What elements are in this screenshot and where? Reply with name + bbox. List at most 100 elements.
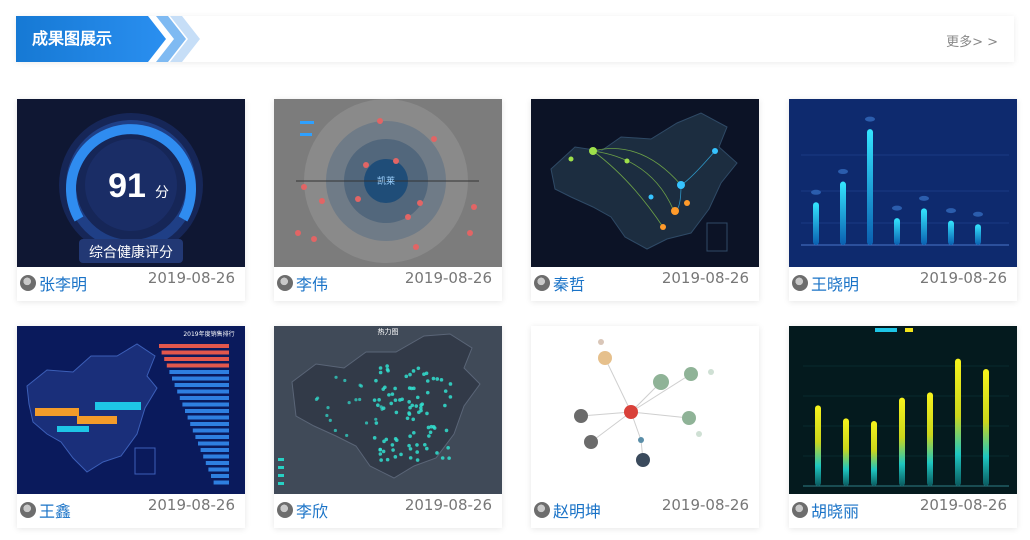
avatar [277, 275, 293, 291]
bar-value-pin [811, 189, 821, 195]
heat-point [410, 403, 415, 408]
heat-point [343, 378, 347, 383]
thumbnail-map-ranking[interactable]: 2019年度销售排行 [17, 326, 245, 494]
ranking-bar [200, 448, 229, 452]
chart-bar [955, 358, 961, 486]
gallery-card[interactable]: 秦哲 2019-08-26 [531, 99, 759, 301]
heat-point [382, 439, 386, 444]
gallery-card[interactable]: 胡晓丽 2019-08-26 [789, 326, 1017, 528]
heat-point [374, 421, 379, 425]
bar-value-pin [892, 205, 902, 211]
heat-point [412, 430, 416, 435]
thumbnail-bar-chart[interactable] [789, 99, 1017, 267]
heat-point [372, 398, 377, 402]
heat-point [423, 443, 427, 447]
ranking-bar [161, 350, 229, 355]
heat-point [448, 382, 453, 386]
avatar [792, 275, 808, 291]
heat-point [345, 433, 349, 438]
ranking-bar [179, 396, 229, 400]
gallery-card[interactable]: 凯莱 李伟 2019-08-26 [274, 99, 502, 301]
ranking-bar [169, 370, 229, 374]
thumbnail-bar-chart[interactable] [789, 326, 1017, 494]
heat-point [415, 458, 420, 462]
heat-point [374, 378, 378, 383]
author-name[interactable]: 胡晓丽 [811, 498, 859, 522]
thumbnail-map[interactable] [531, 99, 759, 267]
ranking-bar [203, 454, 229, 459]
avatar [534, 502, 550, 518]
chart-bar [813, 202, 819, 245]
heat-point [328, 418, 332, 422]
ranking-bar [192, 428, 229, 433]
gallery-card[interactable]: 2019年度销售排行 王鑫 2019-08-26 [17, 326, 245, 528]
heat-point [427, 434, 431, 438]
heat-point [378, 452, 383, 456]
heat-point [399, 452, 403, 457]
heat-point [390, 443, 395, 447]
heat-point [409, 386, 414, 391]
author-name[interactable]: 张李明 [39, 271, 87, 295]
publish-date: 2019-08-26 [147, 496, 235, 514]
heat-point [379, 405, 383, 409]
heat-point [408, 447, 413, 451]
author-name[interactable]: 王鑫 [39, 498, 71, 522]
card-meta: 王晓明 2019-08-26 [789, 267, 1017, 301]
network-center-label: 凯莱 [377, 175, 395, 187]
heat-point [364, 421, 369, 425]
heat-point [359, 384, 363, 388]
heat-point [431, 376, 436, 381]
author-name[interactable]: 王晓明 [811, 271, 859, 295]
chart-bar [921, 208, 927, 245]
bar-value-pin [865, 116, 875, 122]
gallery-card[interactable]: 热力图 李欣 2019-08-26 [274, 326, 502, 528]
gallery-card[interactable]: 王晓明 2019-08-26 [789, 99, 1017, 301]
bar-value-pin [919, 195, 929, 201]
chart-bar [983, 369, 989, 486]
heat-point [416, 366, 421, 371]
publish-date: 2019-08-26 [661, 496, 749, 514]
heat-point [398, 398, 402, 402]
chart-bar [948, 220, 954, 245]
gauge-unit: 分 [155, 185, 169, 201]
more-link[interactable]: 更多> > [946, 31, 998, 50]
heat-point [347, 401, 351, 405]
ranking-bar [187, 415, 229, 420]
gallery-card[interactable]: 91 分 综合健康评分 张李明 2019-08-26 [17, 99, 245, 301]
heat-point [393, 437, 398, 441]
heat-point [414, 404, 419, 408]
bar-value-pin [838, 169, 848, 175]
heat-point [387, 393, 391, 397]
author-name[interactable]: 李伟 [296, 271, 328, 295]
author-name[interactable]: 李欣 [296, 498, 328, 522]
heat-point [408, 372, 412, 377]
avatar [20, 502, 36, 518]
bar-value-pin [973, 211, 983, 217]
heat-point [385, 364, 389, 368]
heat-point [383, 385, 387, 390]
chart-bar [899, 397, 905, 486]
thumbnail-graph[interactable] [531, 326, 759, 494]
ranking-bar [195, 435, 229, 439]
chart-bar [843, 418, 849, 486]
heat-point [440, 456, 445, 460]
ranking-bar [172, 376, 229, 381]
author-name[interactable]: 赵明坤 [553, 498, 601, 522]
author-name[interactable]: 秦哲 [553, 271, 585, 295]
heat-point [394, 410, 399, 415]
thumbnail-network[interactable]: 凯莱 [274, 99, 502, 267]
heat-point [358, 397, 362, 402]
thumbnail-heatmap[interactable]: 热力图 [274, 326, 502, 494]
ranking-title: 2019年度销售排行 [183, 330, 234, 338]
ranking-bar [205, 461, 229, 465]
heat-point [444, 428, 449, 433]
publish-date: 2019-08-26 [404, 496, 492, 514]
heat-point [354, 398, 358, 402]
heat-point [325, 413, 329, 418]
heat-point [404, 374, 409, 379]
heat-point [443, 403, 447, 408]
ranking-bar [182, 402, 229, 407]
thumbnail-gauge[interactable]: 91 分 综合健康评分 [17, 99, 245, 267]
card-meta: 秦哲 2019-08-26 [531, 267, 759, 301]
gallery-card[interactable]: 赵明坤 2019-08-26 [531, 326, 759, 528]
